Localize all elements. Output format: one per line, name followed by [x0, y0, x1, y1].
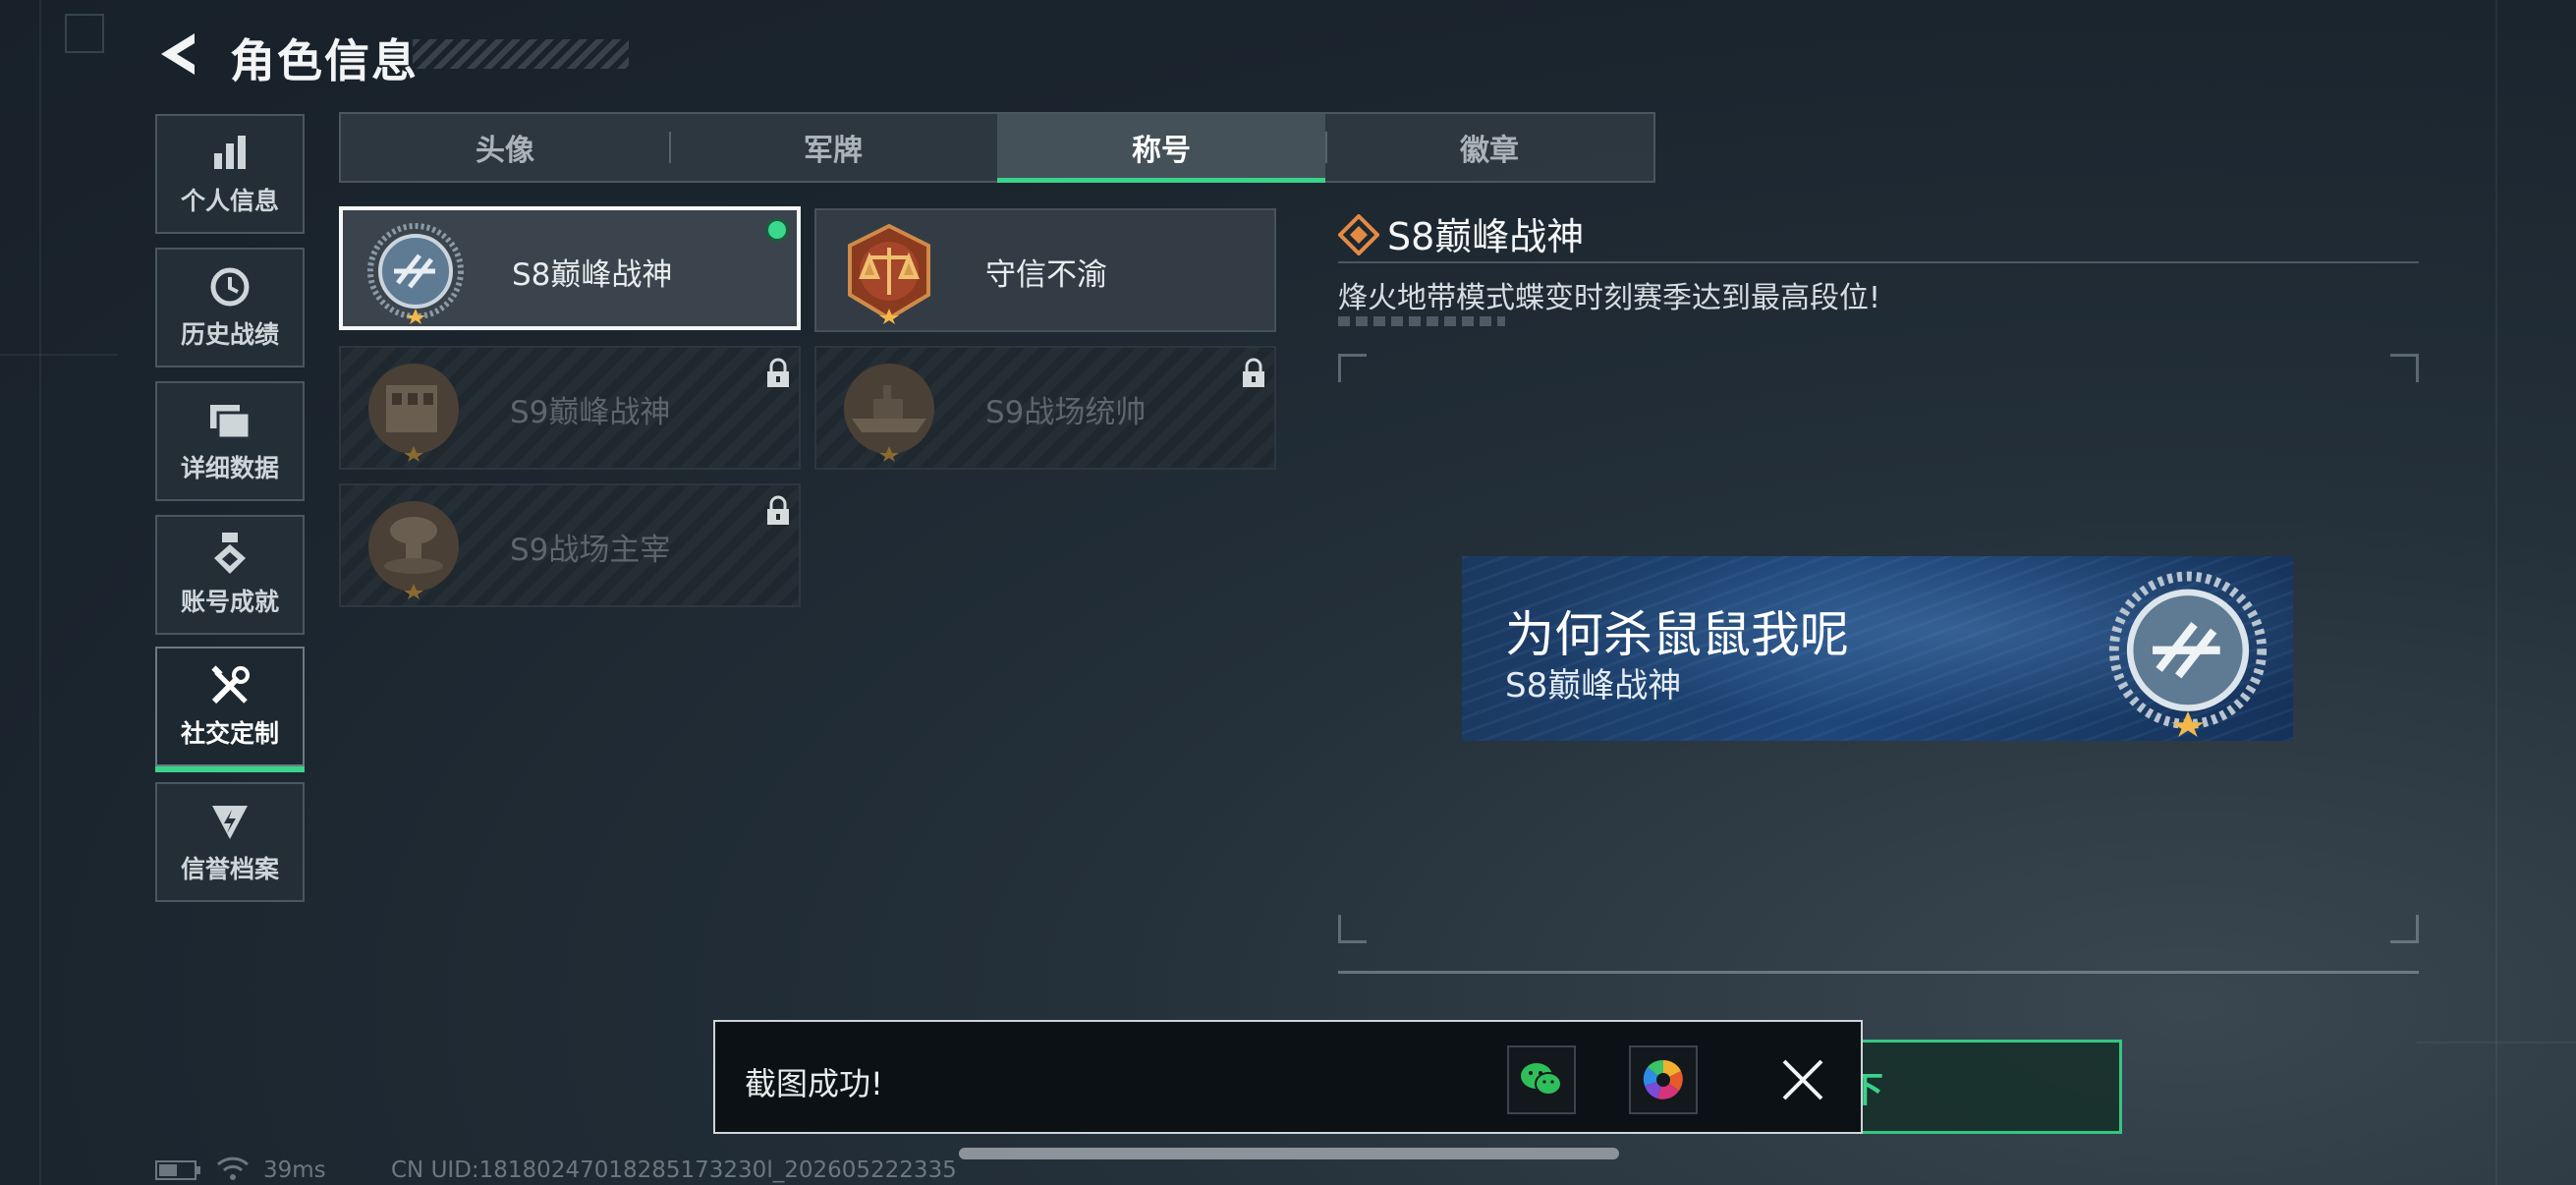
wechat-icon [1521, 1063, 1562, 1096]
sidebar-item-credit[interactable]: 信誉档案 [155, 782, 305, 902]
detail-deco-line [1338, 316, 1505, 326]
uid-text: CN UID:18180247018285173230l_20260522233… [391, 1157, 957, 1183]
close-icon [1782, 1059, 1823, 1100]
bg-grid-line [2417, 1042, 2576, 1044]
back-arrow-icon [161, 33, 195, 75]
tab-dog-tag[interactable]: 军牌 [669, 114, 997, 181]
title-name: S9战场主宰 [510, 533, 671, 568]
title-diamond-icon [1338, 214, 1379, 255]
s9-warship-medal-icon [844, 364, 934, 462]
sidebar-item-label: 账号成就 [180, 588, 279, 616]
sidebar-item-social-custom[interactable]: 社交定制 [155, 647, 305, 772]
sidebar-item-profile[interactable]: 个人信息 [155, 114, 305, 234]
title-card-keep-faith[interactable]: 守信不渝 [814, 208, 1276, 332]
s9-building-medal-icon [368, 364, 459, 462]
bg-corner-mark [65, 14, 104, 53]
home-indicator[interactable] [959, 1148, 1619, 1159]
screenshot-toast: 截图成功! [713, 1020, 1863, 1134]
bg-grid-line [0, 354, 118, 356]
title-preview-banner: 为何杀鼠鼠我呢 S8巅峰战神 [1462, 556, 2293, 741]
tab-title[interactable]: 称号 [997, 114, 1325, 183]
sidebar-item-label: 信誉档案 [180, 855, 279, 883]
lock-icon [1243, 358, 1264, 387]
category-tabs: 头像 军牌 称号 徽章 [339, 112, 1655, 183]
bar-chart-icon [207, 131, 252, 176]
title-name: S9战场统帅 [985, 395, 1147, 430]
tools-icon [207, 663, 252, 708]
s9-explosion-medal-icon [368, 501, 459, 599]
s8-medal-icon [2108, 571, 2268, 737]
lock-icon [767, 495, 789, 525]
sidebar-item-label: 个人信息 [180, 187, 279, 215]
medal-icon [207, 532, 252, 577]
bg-grid-line [39, 0, 41, 1185]
detail-description: 烽火地带模式蝶变时刻赛季达到最高段位! [1338, 281, 1881, 315]
tab-avatar[interactable]: 头像 [341, 114, 669, 181]
title-name: 守信不渝 [985, 257, 1107, 293]
detail-divider [1338, 261, 2419, 263]
sidebar-item-label: 详细数据 [180, 454, 279, 482]
folder-icon [207, 398, 252, 443]
banner-nickname: 为何杀鼠鼠我呢 [1505, 606, 1849, 663]
sidebar-item-details[interactable]: 详细数据 [155, 381, 305, 501]
lock-icon [767, 358, 789, 387]
title-card-s9-peak[interactable]: S9巅峰战神 [339, 346, 801, 470]
bg-grid-line [2495, 0, 2497, 1185]
title-card-s9-commander[interactable]: S9战场统帅 [814, 346, 1276, 470]
shield-bolt-icon [207, 799, 252, 844]
back-button[interactable] [155, 29, 204, 79]
sidebar-item-history[interactable]: 历史战绩 [155, 248, 305, 367]
sidebar-item-achievements[interactable]: 账号成就 [155, 515, 305, 635]
detail-bottom-divider [1338, 971, 2419, 974]
share-wechat-button[interactable] [1507, 1045, 1576, 1114]
scales-medal-icon [848, 223, 930, 324]
title-name: S9巅峰战神 [510, 395, 671, 430]
s8-medal-icon [367, 223, 464, 324]
title-name: S8巅峰战神 [512, 257, 673, 293]
title-card-s8-peak[interactable]: S8巅峰战神 [339, 206, 801, 330]
equipped-indicator [765, 218, 789, 242]
banner-title: S8巅峰战神 [1505, 666, 1682, 705]
toast-message: 截图成功! [745, 1065, 883, 1102]
share-photos-button[interactable] [1629, 1045, 1698, 1114]
detail-title: S8巅峰战神 [1387, 215, 1585, 258]
ping-text: 39ms [263, 1157, 326, 1183]
title-decoration [413, 39, 629, 69]
photos-icon [1643, 1059, 1683, 1100]
wifi-icon [216, 1157, 250, 1180]
battery-icon [155, 1160, 200, 1180]
title-card-s9-dominator[interactable]: S9战场主宰 [339, 483, 801, 607]
toast-close-button[interactable] [1780, 1057, 1825, 1102]
tab-badge[interactable]: 徽章 [1325, 114, 1653, 181]
page-title: 角色信息 [230, 34, 419, 87]
sidebar-item-label: 社交定制 [180, 719, 279, 748]
sidebar-item-label: 历史战绩 [180, 320, 279, 349]
clock-history-icon [207, 264, 252, 310]
